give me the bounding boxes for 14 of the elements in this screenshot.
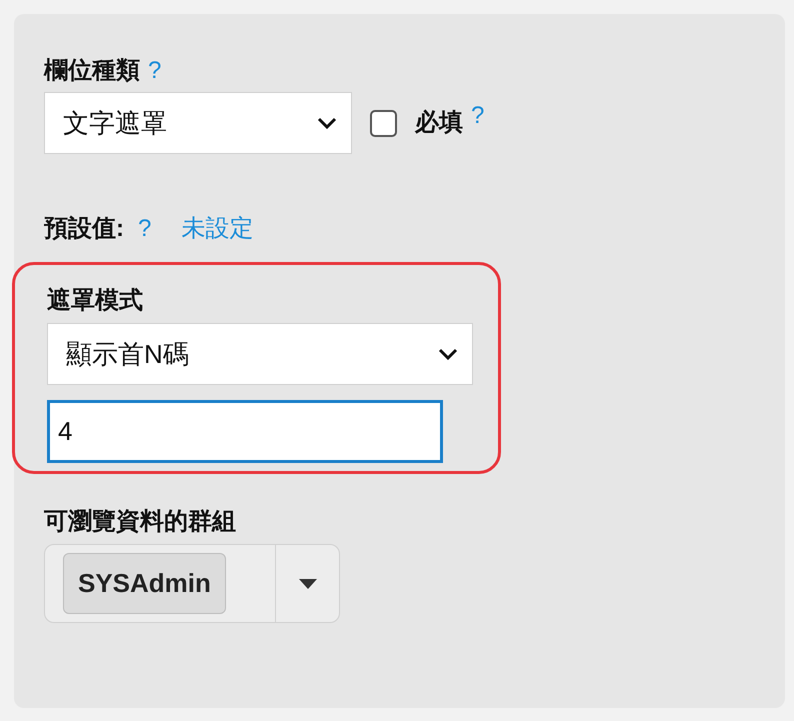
chevron-down-icon xyxy=(317,117,337,129)
field-label: 可瀏覽資料的群組 xyxy=(44,507,236,537)
multi-select[interactable]: SYSAdmin xyxy=(44,544,340,623)
group-tag[interactable]: SYSAdmin xyxy=(63,553,226,614)
required-checkbox[interactable] xyxy=(370,110,397,136)
field-label: 遮罩模式 xyxy=(47,286,143,316)
dropdown-select[interactable]: 文字遮罩 xyxy=(44,92,352,154)
dropdown-select[interactable]: 顯示首N碼 xyxy=(47,323,473,385)
chevron-down-icon xyxy=(438,348,458,360)
caret-down-icon xyxy=(298,578,316,588)
required-label: 必填 xyxy=(415,108,463,138)
number-input[interactable]: 4 xyxy=(47,400,443,463)
field-label: 預設值: xyxy=(44,214,124,244)
field-label: 欄位種類 xyxy=(44,56,140,86)
